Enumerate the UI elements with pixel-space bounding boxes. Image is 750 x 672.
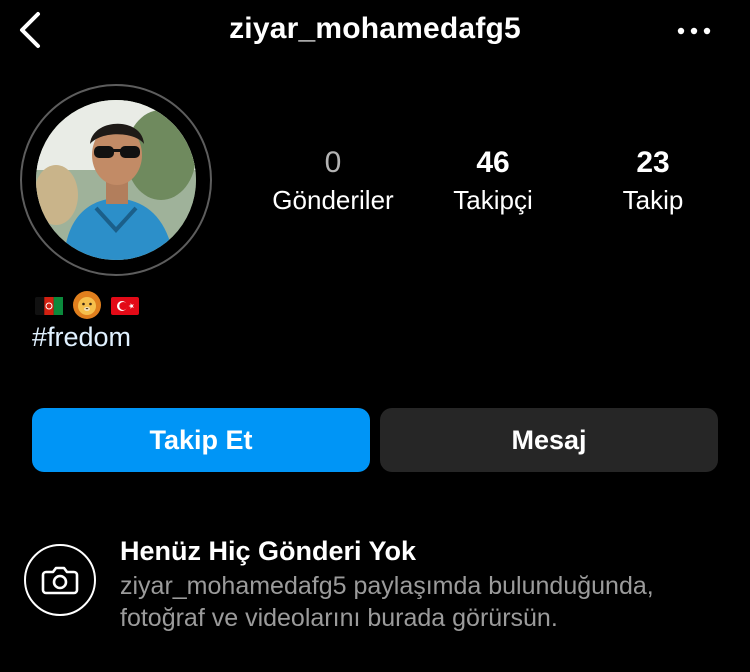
following-count[interactable]: 23 Takip [568,146,738,220]
follow-button[interactable]: Takip Et [32,408,370,472]
top-bar: ziyar_mohamedafg5 [0,0,750,64]
profile-photo [36,100,196,260]
posts-count: 0 Gönderiler [248,146,418,220]
message-button[interactable]: Mesaj [380,408,718,472]
empty-posts-description: ziyar_mohamedafg5 paylaşımda bulunduğund… [120,572,654,632]
followers-count[interactable]: 46 Takipçi [408,146,578,220]
bio-hashtag[interactable]: #fredom [32,322,131,353]
following-count-value: 23 [636,146,670,179]
profile-username: ziyar_mohamedafg5 [229,12,521,45]
posts-count-value: 0 [324,146,342,179]
bio-emoji-row [34,290,140,320]
posts-count-label: Gönderiler [272,185,394,215]
more-options-button[interactable] [672,14,716,48]
following-count-label: Takip [622,185,684,215]
avatar[interactable] [36,100,196,260]
followers-count-value: 46 [476,146,510,179]
empty-posts-title: Henüz Hiç Gönderi Yok [120,536,417,566]
followers-count-label: Takipçi [453,185,533,215]
camera-icon [41,566,79,595]
turkey-flag-icon [111,297,139,315]
more-horizontal-icon [677,27,711,35]
empty-posts-icon-circle [24,544,96,616]
afghanistan-flag-icon [35,297,63,315]
lion-face-icon [73,291,101,319]
